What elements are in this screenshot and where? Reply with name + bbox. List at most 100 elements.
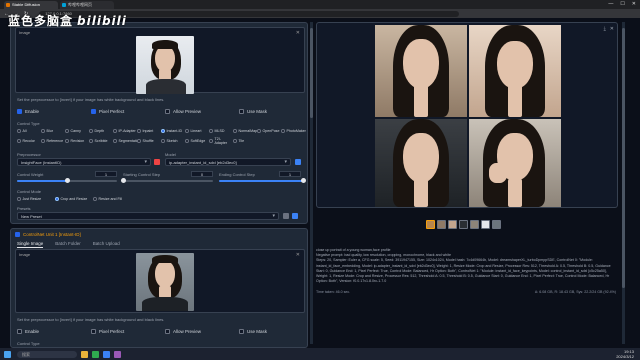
thumbnail-grid[interactable] — [426, 220, 435, 229]
control-type-radios: All Blur Canny Depth IP-Adapter Inpaint Instan… — [17, 127, 306, 145]
end-step-input[interactable]: 1 — [279, 171, 301, 177]
image-upload-area[interactable]: Image ✕ — [15, 27, 305, 94]
close-icon[interactable]: ✕ — [610, 26, 614, 32]
scroll-thumb[interactable] — [622, 28, 625, 288]
radio-dot — [113, 129, 117, 133]
generated-image-1[interactable] — [375, 25, 467, 117]
tab-single-image[interactable]: Single Image — [17, 241, 44, 248]
download-icon[interactable]: ⤓ — [604, 26, 606, 32]
control-mode-resize-and-fill[interactable]: Resize and Fill — [93, 195, 131, 203]
unit1-title: ControlNet Unit 1 [Instant-ID] — [23, 232, 81, 237]
control-type-canny[interactable]: Canny — [65, 127, 89, 135]
end-step-slider[interactable] — [219, 178, 306, 183]
refresh-models-icon[interactable] — [295, 159, 301, 165]
control-mode-label: Control Mode — [17, 189, 42, 194]
browser-tab-stable-diffusion[interactable]: Stable Diffusion — [4, 1, 58, 9]
control-type-openpose[interactable]: OpenPose — [257, 127, 281, 135]
control-type-t2i-adapter[interactable]: T2I-Adapter — [209, 137, 233, 145]
control-mode-radios: Just Resize Crop and Resize Resize and Fil… — [17, 195, 305, 203]
use-mask-checkbox[interactable]: Use Mask — [239, 329, 299, 334]
control-type-lineart[interactable]: Lineart — [185, 127, 209, 135]
control-type-tile[interactable]: Tile — [233, 137, 257, 145]
control-weight-input[interactable]: 1 — [95, 171, 117, 177]
tab-label: Stable Diffusion — [12, 2, 40, 7]
control-type-depth[interactable]: Depth — [89, 127, 113, 135]
radio-label: SoftEdge — [190, 139, 206, 143]
control-type-scribble[interactable]: Scribble — [89, 137, 113, 145]
control-type-instant-id[interactable]: Instant-ID — [161, 127, 185, 135]
right-scrollbar[interactable] — [622, 22, 625, 344]
thumbnail[interactable] — [459, 220, 468, 229]
control-type-shuffle[interactable]: Shuffle — [137, 137, 161, 145]
control-type-revision[interactable]: Revision — [65, 137, 89, 145]
save-preset-icon[interactable] — [283, 213, 289, 219]
control-type-mlsd[interactable]: MLSD — [209, 127, 233, 135]
minimize-icon[interactable]: — — [608, 1, 613, 7]
allow-preview-checkbox[interactable]: Allow Preview — [165, 109, 239, 114]
pixel-perfect-checkbox[interactable]: Pixel Perfect — [91, 109, 165, 114]
close-image-icon[interactable]: ✕ — [296, 252, 300, 258]
start-step-slider[interactable] — [120, 178, 213, 183]
generated-image-2[interactable] — [469, 25, 561, 117]
control-type-segmentation[interactable]: Segmentation — [113, 137, 141, 145]
control-type-ip-adapter[interactable]: IP-Adapter — [113, 127, 137, 135]
image-upload-area[interactable]: Image ✕ — [15, 249, 305, 313]
control-type-photomaker[interactable]: PhotoMaker — [281, 127, 306, 135]
close-icon[interactable]: ✕ — [632, 1, 636, 7]
use-mask-checkbox[interactable]: Use Mask — [239, 109, 299, 114]
enable-checkbox[interactable]: Enable — [17, 109, 91, 114]
thumbnail[interactable] — [437, 220, 446, 229]
model-select[interactable]: ip-adapter_instant_id_sdxl [eb2d3ec0] — [165, 158, 291, 166]
image-label: Image — [19, 252, 31, 257]
generated-image-3[interactable] — [375, 119, 467, 207]
app-icon[interactable] — [103, 350, 110, 358]
control-type-all[interactable]: All — [17, 127, 41, 135]
thumbnail[interactable] — [481, 220, 490, 229]
left-scrollbar[interactable] — [310, 22, 313, 344]
checkbox-box — [165, 109, 170, 114]
folder-icon[interactable] — [81, 350, 88, 358]
thumbnail[interactable] — [492, 220, 501, 229]
browser-tab-bilibili[interactable]: 哔哩哔哩网页 — [60, 1, 114, 9]
control-type-normalmap[interactable]: NormalMap — [233, 127, 257, 135]
start-step-input[interactable]: 0 — [191, 171, 213, 177]
run-preprocessor-icon[interactable] — [154, 159, 160, 165]
enable-checkbox[interactable]: Enable — [17, 329, 91, 334]
control-type-softedge[interactable]: SoftEdge — [185, 137, 209, 145]
refresh-presets-icon[interactable] — [292, 213, 298, 219]
pixel-perfect-checkbox[interactable]: Pixel Perfect — [91, 329, 165, 334]
scroll-thumb[interactable] — [310, 28, 313, 118]
taskbar-search[interactable]: 搜索 — [17, 350, 77, 358]
allow-preview-checkbox[interactable]: Allow Preview — [165, 329, 239, 334]
system-clock[interactable]: 19:13 2024/3/12 — [616, 349, 634, 359]
control-type-sketch[interactable]: Sketch — [161, 137, 185, 145]
preprocessor-select[interactable]: InsightFace (InstantID) — [17, 158, 151, 166]
radio-label: MLSD — [214, 129, 225, 133]
control-type-inpaint[interactable]: Inpaint — [137, 127, 161, 135]
controlnet-panel: Image ✕ Set the preprocessor to [invert]… — [10, 22, 308, 348]
thumbnail[interactable] — [448, 220, 457, 229]
app-icon[interactable] — [114, 350, 121, 358]
browser-icon[interactable] — [92, 350, 99, 358]
maximize-icon[interactable]: ☐ — [620, 1, 624, 7]
control-type-recolor[interactable]: Recolor — [17, 137, 41, 145]
radio-label: Lineart — [190, 129, 202, 133]
generated-image-4[interactable] — [469, 119, 561, 207]
control-weight-slider[interactable] — [17, 178, 117, 183]
control-type-reference[interactable]: Reference — [41, 137, 65, 145]
start-icon[interactable] — [4, 350, 11, 358]
checkbox-label: Enable — [25, 109, 40, 114]
watermark-cn-text: 蓝色多脑盒 — [8, 14, 74, 28]
thumbnail[interactable] — [470, 220, 479, 229]
unit1-header[interactable]: ControlNet Unit 1 [Instant-ID] — [15, 232, 81, 237]
preset-select[interactable]: New Preset — [17, 212, 279, 220]
tab-batch-folder[interactable]: Batch Folder — [55, 241, 81, 248]
end-step-label: Ending Control Step — [219, 172, 255, 177]
bilibili-watermark: 蓝色多脑盒 bilibili — [8, 12, 127, 29]
checkbox-box — [17, 109, 22, 114]
control-type-blur[interactable]: Blur — [41, 127, 65, 135]
tab-batch-upload[interactable]: Batch Upload — [93, 241, 120, 248]
control-mode-crop-and-resize[interactable]: Crop and Resize — [55, 195, 93, 203]
close-image-icon[interactable]: ✕ — [296, 30, 300, 36]
control-mode-just-resize[interactable]: Just Resize — [17, 195, 55, 203]
